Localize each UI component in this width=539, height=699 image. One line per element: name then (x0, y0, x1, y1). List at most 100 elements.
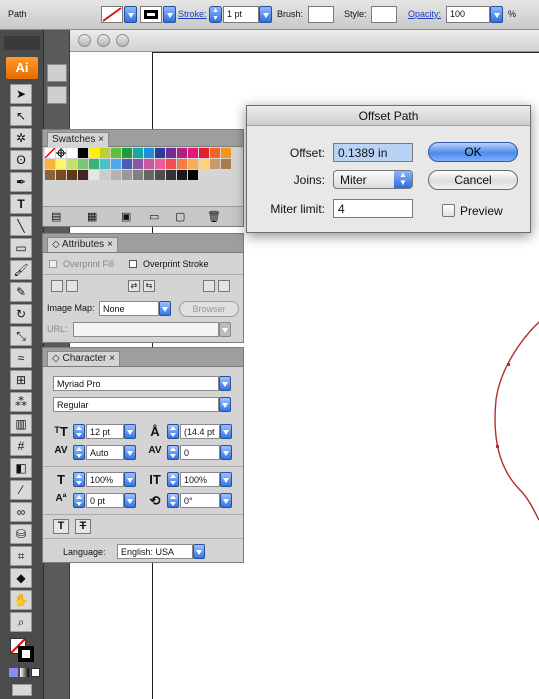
show-center-icon[interactable] (203, 280, 215, 292)
image-map-dropdown[interactable] (159, 301, 171, 316)
slice-tool-icon[interactable]: ⌗ (10, 546, 32, 566)
color-swatch[interactable] (100, 159, 110, 169)
color-swatch[interactable] (166, 148, 176, 158)
language-select[interactable]: English: USA (117, 544, 193, 559)
direct-selection-tool-icon[interactable]: ↖ (10, 106, 32, 126)
character-rotation-field[interactable]: 0° (180, 493, 220, 508)
url-dropdown[interactable] (219, 322, 231, 337)
eraser-tool-icon[interactable]: ◆ (10, 568, 32, 588)
color-swatch[interactable] (122, 170, 132, 180)
color-swatch[interactable] (199, 148, 209, 158)
swatch-libraries-icon[interactable]: ▤ (51, 210, 61, 223)
character-tab[interactable]: ◇ Character × (47, 351, 120, 366)
color-swatch[interactable] (188, 159, 198, 169)
free-transform-tool-icon[interactable]: ⊞ (10, 370, 32, 390)
screen-mode-icon[interactable] (12, 684, 32, 696)
kerning-field[interactable]: Auto (86, 445, 124, 460)
new-color-group-icon[interactable]: ▭ (149, 210, 159, 223)
font-family-dropdown[interactable] (219, 376, 231, 391)
opacity-field[interactable]: 100 (446, 6, 490, 23)
ok-button[interactable]: OK (428, 142, 518, 162)
color-swatch[interactable] (45, 159, 55, 169)
rectangle-tool-icon[interactable]: ▭ (10, 238, 32, 258)
type-tool-icon[interactable]: T (10, 194, 32, 214)
scale-tool-icon[interactable]: ⤡ (10, 326, 32, 346)
hand-tool-icon[interactable]: ✋ (10, 590, 32, 610)
color-swatch[interactable] (78, 148, 88, 158)
fill-swatch[interactable] (101, 6, 123, 23)
pen-tool-icon[interactable]: ✒ (10, 172, 32, 192)
color-swatch[interactable] (166, 170, 176, 180)
leading-dropdown[interactable] (220, 424, 232, 439)
swatches-tab[interactable]: Swatches × (47, 132, 109, 147)
blend-tool-icon[interactable]: ∞ (10, 502, 32, 522)
font-size-field[interactable]: 12 pt (86, 424, 124, 439)
column-graph-tool-icon[interactable]: ▥ (10, 414, 32, 434)
color-swatch[interactable] (111, 159, 121, 169)
overprint-fill-checkbox[interactable] (49, 260, 57, 268)
zoom-tool-icon[interactable]: ⌕ (10, 612, 32, 632)
image-map-select[interactable]: None (99, 301, 159, 316)
color-swatch[interactable] (177, 159, 187, 169)
delete-swatch-icon[interactable]: 🗑 (207, 210, 221, 223)
font-style-field[interactable]: Regular (53, 397, 219, 412)
color-swatch[interactable] (177, 170, 187, 180)
color-swatch[interactable] (221, 159, 231, 169)
offset-field[interactable]: 0.1389 in (333, 143, 413, 162)
dont-show-center-icon[interactable] (218, 280, 230, 292)
none-mode-icon[interactable] (31, 668, 40, 677)
gradient-mode-icon[interactable] (20, 668, 29, 677)
language-dropdown[interactable] (193, 544, 205, 559)
horizontal-scale-field[interactable]: 100% (180, 472, 220, 487)
opacity-dropdown[interactable] (490, 6, 503, 23)
style-swatch[interactable] (371, 6, 397, 23)
kerning-dropdown[interactable] (124, 445, 136, 460)
color-swatch[interactable] (166, 159, 176, 169)
stroke-swatch[interactable] (140, 6, 162, 23)
zoom-window-button[interactable] (116, 34, 129, 47)
color-swatch[interactable] (188, 170, 198, 180)
brush-swatch[interactable] (308, 6, 334, 23)
leading-field[interactable]: (14.4 pt (180, 424, 220, 439)
stroke-color-icon[interactable] (18, 646, 34, 662)
opacity-label[interactable]: Opacity: (408, 9, 441, 19)
color-swatch[interactable] (89, 148, 99, 158)
lasso-tool-icon[interactable]: ʘ (10, 150, 32, 170)
color-swatch[interactable] (78, 159, 88, 169)
line-tool-icon[interactable]: ╲ (10, 216, 32, 236)
vertical-scale-dropdown[interactable] (124, 472, 136, 487)
reverse-path-direction-icon[interactable]: ⇄ (128, 280, 140, 292)
vertical-scale-field[interactable]: 100% (86, 472, 124, 487)
warp-tool-icon[interactable]: ≈ (10, 348, 32, 368)
url-field[interactable] (73, 322, 219, 337)
color-swatch[interactable] (89, 170, 99, 180)
color-swatch[interactable] (67, 159, 77, 169)
color-swatch[interactable] (67, 148, 77, 158)
show-kinds-icon[interactable]: ▦ (87, 210, 97, 223)
paintbrush-tool-icon[interactable]: 🖌 (10, 260, 32, 280)
font-family-field[interactable]: Myriad Pro (53, 376, 219, 391)
layers-dock-icon[interactable] (47, 86, 67, 104)
color-swatch[interactable] (78, 170, 88, 180)
close-window-button[interactable] (78, 34, 91, 47)
swatch-options-icon[interactable]: ▣ (121, 210, 131, 223)
color-swatch[interactable] (155, 148, 165, 158)
preview-checkbox[interactable] (442, 204, 455, 217)
color-swatch[interactable] (133, 148, 143, 158)
registration-swatch[interactable] (56, 148, 66, 158)
horizontal-scale-stepper[interactable] (167, 472, 179, 487)
color-swatch[interactable] (221, 148, 231, 158)
fill-rule-evenodd-icon[interactable] (66, 280, 78, 292)
strikethrough-icon[interactable]: T (75, 519, 91, 534)
color-swatch[interactable] (133, 170, 143, 180)
attributes-tab[interactable]: ◇ Attributes × (47, 237, 118, 252)
live-paint-bucket-tool-icon[interactable]: ⛁ (10, 524, 32, 544)
selection-tool-icon[interactable]: ➤ (10, 84, 32, 104)
cancel-button[interactable]: Cancel (428, 170, 518, 190)
color-swatch[interactable] (122, 148, 132, 158)
character-rotation-dropdown[interactable] (220, 493, 232, 508)
pencil-tool-icon[interactable]: ✎ (10, 282, 32, 302)
color-swatch[interactable] (155, 170, 165, 180)
browser-button[interactable]: Browser (179, 301, 239, 317)
color-swatch[interactable] (133, 159, 143, 169)
